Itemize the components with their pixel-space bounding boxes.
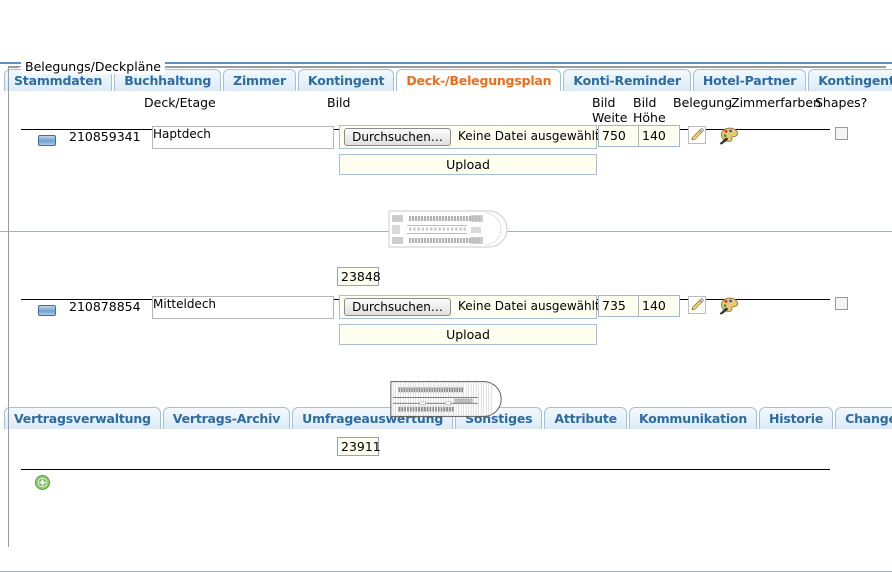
deckplan-image [387,371,507,427]
header-belegung: Belegung [673,95,732,110]
browse-button[interactable]: Durchsuchen… [344,298,451,316]
header-bild-weite-line1: Bild [592,95,615,110]
deckplan-image [385,201,509,257]
header-zimmerfarben: Zimmerfarben [731,95,821,110]
minus-icon[interactable] [38,135,56,146]
file-status-text: Keine Datei ausgewählt. [458,299,603,313]
deckplan-preview [339,201,554,257]
fieldset-border-left [9,67,19,68]
pencil-icon[interactable] [688,296,706,314]
deckplan-fieldset: Belegungs/Deckpläne Deck/Etage Bild Bild… [8,66,886,547]
shapes-checkbox[interactable] [835,127,848,140]
pencil-icon[interactable] [688,126,706,144]
deckplan-row: 210859341 Haptdech Durchsuchen… Keine Da… [9,129,886,299]
bild-hoehe-input[interactable]: 140 [639,126,679,146]
header-shapes: Shapes? [815,95,867,110]
deckplan-row: 210878854 Mitteldech Durchsuchen… Keine … [9,299,886,469]
file-status-text: Keine Datei ausgewählt. [458,129,603,143]
palette-icon[interactable] [719,126,739,145]
file-chooser[interactable]: Durchsuchen… Keine Datei ausgewählt. [339,295,597,319]
fieldset-legend: Belegungs/Deckpläne [21,59,165,74]
deck-etage-value: Haptdech [153,127,211,141]
bild-weite-input[interactable]: 735 [599,296,639,316]
shapes-checkbox[interactable] [835,297,848,310]
bild-weite-input[interactable]: 750 [599,126,639,146]
header-bild: Bild [327,95,350,110]
bild-dimensions: 735140 [598,295,680,317]
header-deck-etage: Deck/Etage [144,95,216,110]
header-bild-weite-line2: Weite [592,110,627,125]
browse-button[interactable]: Durchsuchen… [344,128,451,146]
palette-icon[interactable] [719,296,739,315]
bild-dimensions: 750140 [598,125,680,147]
header-bild-hoehe-line1: Bild [633,95,656,110]
header-bild-hoehe-line2: Höhe [633,110,666,125]
upload-button[interactable]: Upload [339,154,597,175]
deckplan-preview [339,371,554,427]
upload-button[interactable]: Upload [339,324,597,345]
row-id: 210859341 [69,129,149,144]
add-icon[interactable] [35,475,50,490]
row-separator [21,469,830,470]
bild-hoehe-input[interactable]: 140 [639,296,679,316]
plan-id-input[interactable]: 23848 [337,267,379,286]
row-id: 210878854 [69,299,149,314]
deck-etage-input[interactable]: Haptdech [152,126,334,149]
plan-id-input[interactable]: 23911 [337,437,379,456]
fieldset-border-right [134,67,886,68]
deck-etage-input[interactable]: Mitteldech [152,296,334,319]
column-headers: Deck/Etage Bild Bild Weite Bild Höhe Bel… [9,89,886,129]
minus-icon[interactable] [38,305,56,316]
deck-etage-value: Mitteldech [153,297,216,311]
file-chooser[interactable]: Durchsuchen… Keine Datei ausgewählt. [339,125,597,149]
